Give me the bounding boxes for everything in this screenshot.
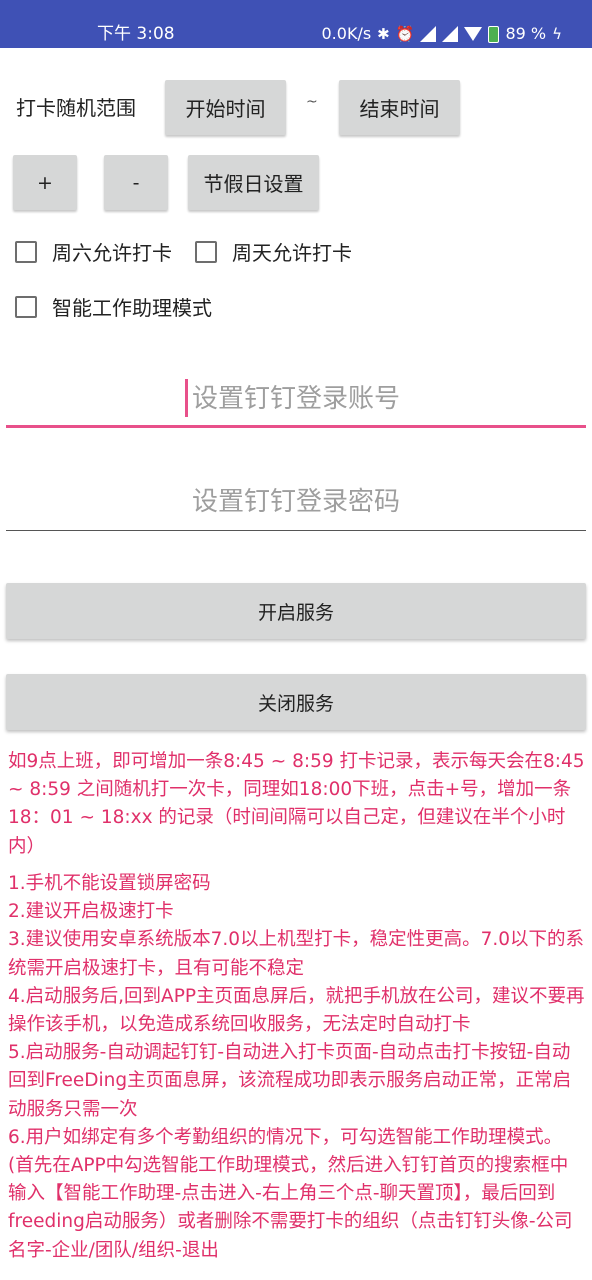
sunday-checkbox[interactable] xyxy=(195,241,217,263)
intro-text: 如9点上班，即可增加一条8:45 ~ 8:59 打卡记录，表示每天会在8:45 … xyxy=(8,748,586,861)
saturday-checkbox-label[interactable]: 周六允许打卡 xyxy=(52,240,172,266)
password-input[interactable]: 设置钉钉登录密码 xyxy=(6,469,586,531)
range-label: 打卡随机范围 xyxy=(16,96,136,120)
instruction-item-6: 6.用户如绑定有多个考勤组织的情况下，可勾选智能工作助理模式。(首先在APP中勾… xyxy=(8,1126,573,1261)
start-service-button[interactable]: 开启服务 xyxy=(6,583,586,639)
smart-mode-checkbox[interactable] xyxy=(15,296,37,318)
text-cursor xyxy=(185,379,188,417)
instruction-item-4: 4.启动服务后,回到APP主页面息屏后，就把手机放在公司，建议不要再操作该手机，… xyxy=(8,985,585,1036)
instruction-item-5: 5.启动服务-自动调起钉钉-自动进入打卡页面-自动点击打卡按钮-自动回到Free… xyxy=(8,1042,572,1120)
end-time-button[interactable]: 结束时间 xyxy=(339,80,460,135)
status-bar: 下午 3:08 0.0K/s ✱ ⏰ 89 % ϟ xyxy=(0,0,592,48)
saturday-checkbox[interactable] xyxy=(15,241,37,263)
add-record-button[interactable]: + xyxy=(13,155,77,210)
signal-icon xyxy=(442,26,459,42)
account-placeholder: 设置钉钉登录账号 xyxy=(191,384,400,414)
range-separator: ~ xyxy=(306,94,318,110)
instruction-item-1: 1.手机不能设置锁屏密码 xyxy=(8,873,211,894)
sunday-checkbox-label[interactable]: 周天允许打卡 xyxy=(232,240,352,266)
alarm-icon: ⏰ xyxy=(395,25,415,43)
charging-icon: ϟ xyxy=(552,25,562,43)
instruction-item-3: 3.建议使用安卓系统版本7.0以上机型打卡，稳定性更高。7.0以下的系统需开启极… xyxy=(8,929,584,979)
password-placeholder: 设置钉钉登录密码 xyxy=(191,487,400,517)
instruction-list: 1.手机不能设置锁屏密码 2.建议开启极速打卡 3.建议使用安卓系统版本7.0以… xyxy=(8,870,586,1265)
status-icons: 0.0K/s ✱ ⏰ 89 % ϟ xyxy=(322,22,563,46)
account-input[interactable]: 设置钉钉登录账号 xyxy=(6,366,586,428)
holiday-settings-button[interactable]: 节假日设置 xyxy=(188,155,319,210)
wifi-icon xyxy=(464,27,483,41)
password-underline xyxy=(6,530,586,531)
bluetooth-icon: ✱ xyxy=(377,25,390,43)
remove-record-button[interactable]: - xyxy=(104,155,168,210)
smart-mode-checkbox-label[interactable]: 智能工作助理模式 xyxy=(52,295,212,321)
net-speed: 0.0K/s xyxy=(321,24,372,43)
intro-paragraph: 如9点上班，即可增加一条8:45 ~ 8:59 打卡记录，表示每天会在8:45 … xyxy=(8,751,585,857)
start-time-button[interactable]: 开始时间 xyxy=(165,80,286,135)
battery-level: 89 % xyxy=(505,24,547,43)
instruction-item-2: 2.建议开启极速打卡 xyxy=(8,901,174,923)
signal-icon xyxy=(420,26,437,42)
account-underline xyxy=(6,425,586,428)
status-time: 下午 3:08 xyxy=(97,24,175,44)
battery-icon xyxy=(488,25,500,43)
stop-service-button[interactable]: 关闭服务 xyxy=(6,674,586,730)
